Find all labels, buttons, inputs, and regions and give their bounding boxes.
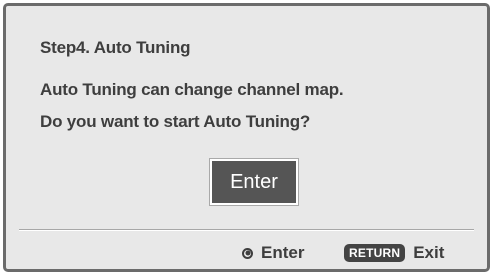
message-line-2: Do you want to start Auto Tuning?: [40, 112, 311, 131]
footer-enter-label: Enter: [261, 243, 305, 262]
footer-exit-label: Exit: [413, 243, 445, 262]
step-title: Step4. Auto Tuning: [40, 38, 191, 57]
footer-divider: [19, 229, 474, 231]
message-line-1: Auto Tuning can change channel map.: [40, 80, 344, 99]
enter-button[interactable]: Enter: [210, 159, 298, 205]
footer-enter-hint: Enter: [242, 242, 304, 264]
select-circle-icon: [242, 247, 253, 259]
return-key-icon: RETURN: [344, 244, 406, 262]
auto-tuning-dialog: Step4. Auto Tuning Auto Tuning can chang…: [3, 3, 490, 272]
footer-exit-hint: RETURN Exit: [344, 242, 444, 264]
